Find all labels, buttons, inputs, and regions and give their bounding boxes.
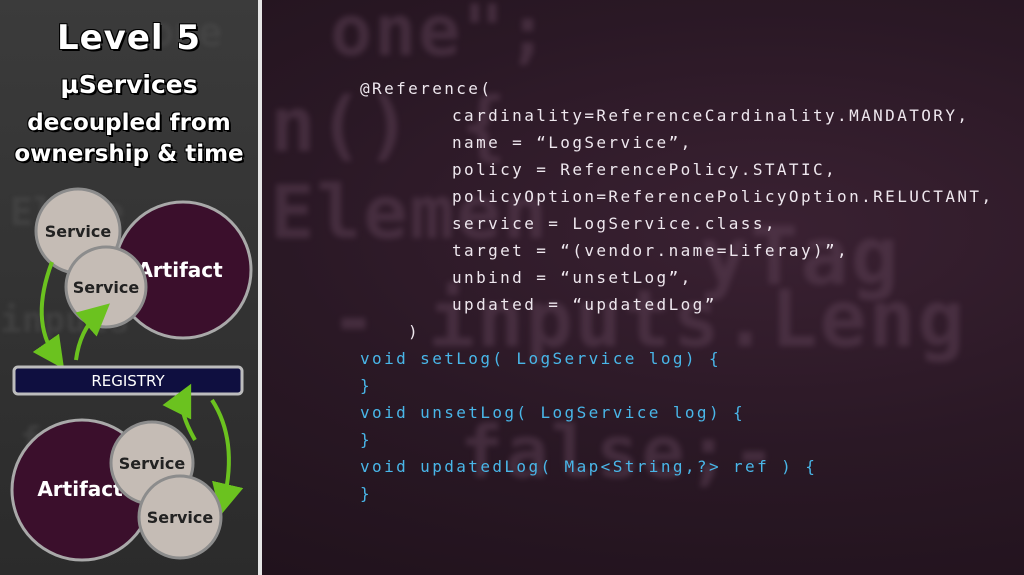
code-line: void unsetLog( LogService log) { [360,403,746,422]
code-line: } [360,376,373,395]
left-panel: one Eleme inputs false Level 5 µServices… [0,0,258,575]
panel-divider [258,0,262,575]
register-arrow-icon [32,261,65,370]
code-line: target = “(vendor.name=Liferay)”, [452,241,850,260]
top-service-label-1: Service [45,222,112,241]
code-line: name = “LogService”, [452,133,693,152]
code-line: void setLog( LogService log) { [360,349,721,368]
bottom-service-label-2: Service [147,508,214,527]
code-line: policyOption=ReferencePolicyOption.RELUC… [452,187,994,206]
code-block: @Reference( cardinality=ReferenceCardina… [360,75,993,507]
code-line: } [360,430,373,449]
code-line: } [360,484,373,503]
code-line: updated = “updatedLog” [452,295,717,314]
registry-label: REGISTRY [91,372,165,390]
top-service-label-2: Service [73,278,140,297]
code-line: policy = ReferencePolicy.STATIC, [452,160,838,179]
code-line: void updatedLog( Map<String,?> ref ) { [360,457,818,476]
code-line: unbind = “unsetLog”, [452,268,693,287]
code-line: ) [408,322,421,341]
background-code-decoration: one"; [330,0,551,72]
registry-diagram: Artifact Service Service REGISTRY Artifa… [10,187,253,562]
bottom-artifact-label: Artifact [37,477,123,501]
code-line: cardinality=ReferenceCardinality.MANDATO… [452,106,970,125]
top-artifact-label: Artifact [137,258,223,282]
register-arrow-icon [210,398,244,516]
slide: one"; n() { Elemen yTag - inputs.Leng fa… [0,0,1024,575]
bottom-service-label-1: Service [119,454,186,473]
lookup-arrow-icon [162,383,197,441]
code-line: @Reference( [360,79,493,98]
code-line: service = LogService.class, [452,214,777,233]
